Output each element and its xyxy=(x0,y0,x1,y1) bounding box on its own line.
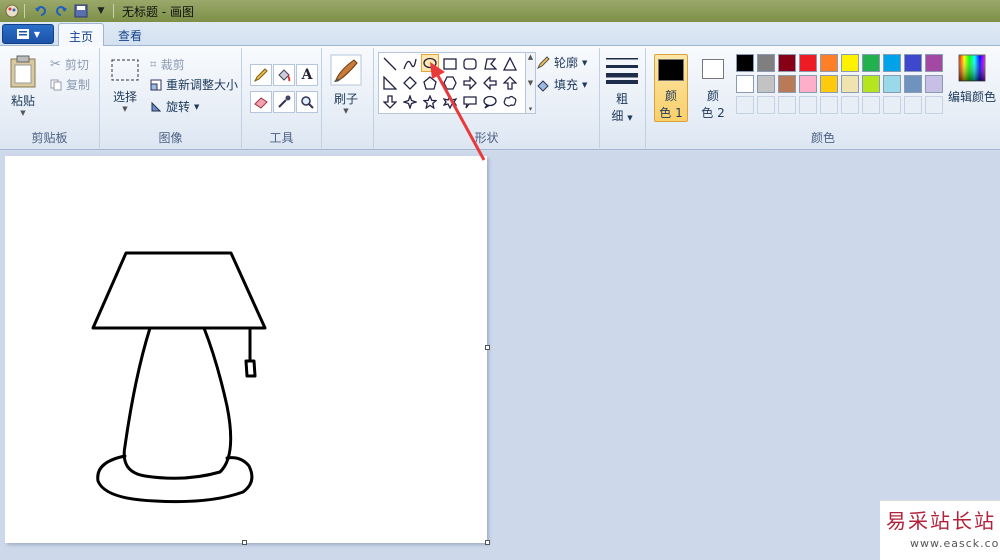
watermark-title: 易采站长站 xyxy=(886,509,996,533)
watermark: 易采站长站 www.easck.com xyxy=(880,500,1000,560)
watermark-url: www.easck.com xyxy=(910,537,1000,550)
annotation-arrow xyxy=(430,62,486,161)
